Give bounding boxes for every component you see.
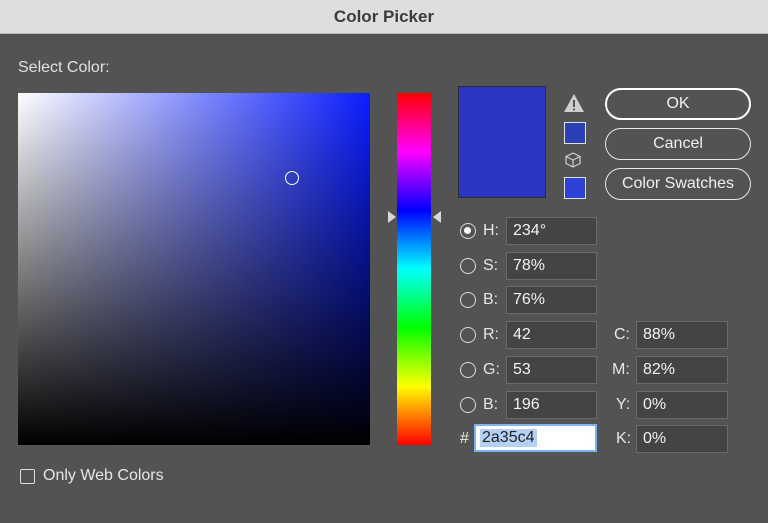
cancel-button[interactable]: Cancel: [605, 128, 751, 160]
hex-value: 2a35c4: [480, 429, 537, 447]
cyan-label: C:: [614, 326, 630, 343]
hex-input[interactable]: 2a35c4: [474, 424, 597, 452]
radio-brightness[interactable]: [460, 292, 476, 308]
cyan-input[interactable]: 88%: [636, 321, 728, 349]
hue-slider-handle-right[interactable]: [433, 211, 441, 223]
radio-green[interactable]: [460, 362, 476, 378]
blue-input[interactable]: 196: [506, 391, 597, 419]
hue-slider[interactable]: [397, 93, 431, 445]
black-input[interactable]: 0%: [636, 425, 728, 453]
cube-icon[interactable]: [565, 152, 581, 168]
magenta-input[interactable]: 82%: [636, 356, 728, 384]
yellow-label: Y:: [616, 396, 631, 413]
brightness-label: B:: [483, 291, 499, 308]
ok-button[interactable]: OK: [605, 88, 751, 120]
window-title: Color Picker: [333, 6, 435, 26]
select-color-label: Select Color:: [18, 59, 110, 76]
saturation-label: S:: [483, 257, 499, 274]
only-web-colors-checkbox[interactable]: [20, 469, 35, 484]
color-field-cursor[interactable]: [285, 171, 299, 185]
radio-saturation[interactable]: [460, 258, 476, 274]
black-label: K:: [616, 430, 632, 447]
new-color-swatch: [458, 86, 546, 198]
only-web-colors-label[interactable]: Only Web Colors: [43, 467, 164, 485]
warning-triangle-icon[interactable]: [563, 93, 585, 113]
radio-blue[interactable]: [460, 397, 476, 413]
color-swatches-button[interactable]: Color Swatches: [605, 168, 751, 200]
red-label: R:: [483, 326, 499, 343]
radio-hue[interactable]: [460, 223, 476, 239]
hue-input[interactable]: 234°: [506, 217, 597, 245]
gamut-warning-swatch[interactable]: [564, 122, 586, 144]
web-safe-swatch[interactable]: [564, 177, 586, 199]
yellow-input[interactable]: 0%: [636, 391, 728, 419]
red-input[interactable]: 42: [506, 321, 597, 349]
title-bar: Color Picker: [0, 0, 768, 34]
magenta-label: M:: [612, 361, 630, 378]
hue-slider-handle-left[interactable]: [388, 211, 396, 223]
brightness-input[interactable]: 76%: [506, 286, 597, 314]
hue-label: H:: [483, 222, 499, 239]
green-label: G:: [483, 361, 500, 378]
green-input[interactable]: 53: [506, 356, 597, 384]
color-field[interactable]: [18, 93, 370, 445]
hex-label: #: [460, 430, 469, 447]
radio-red[interactable]: [460, 327, 476, 343]
saturation-input[interactable]: 78%: [506, 252, 597, 280]
blue-label: B:: [483, 396, 499, 413]
